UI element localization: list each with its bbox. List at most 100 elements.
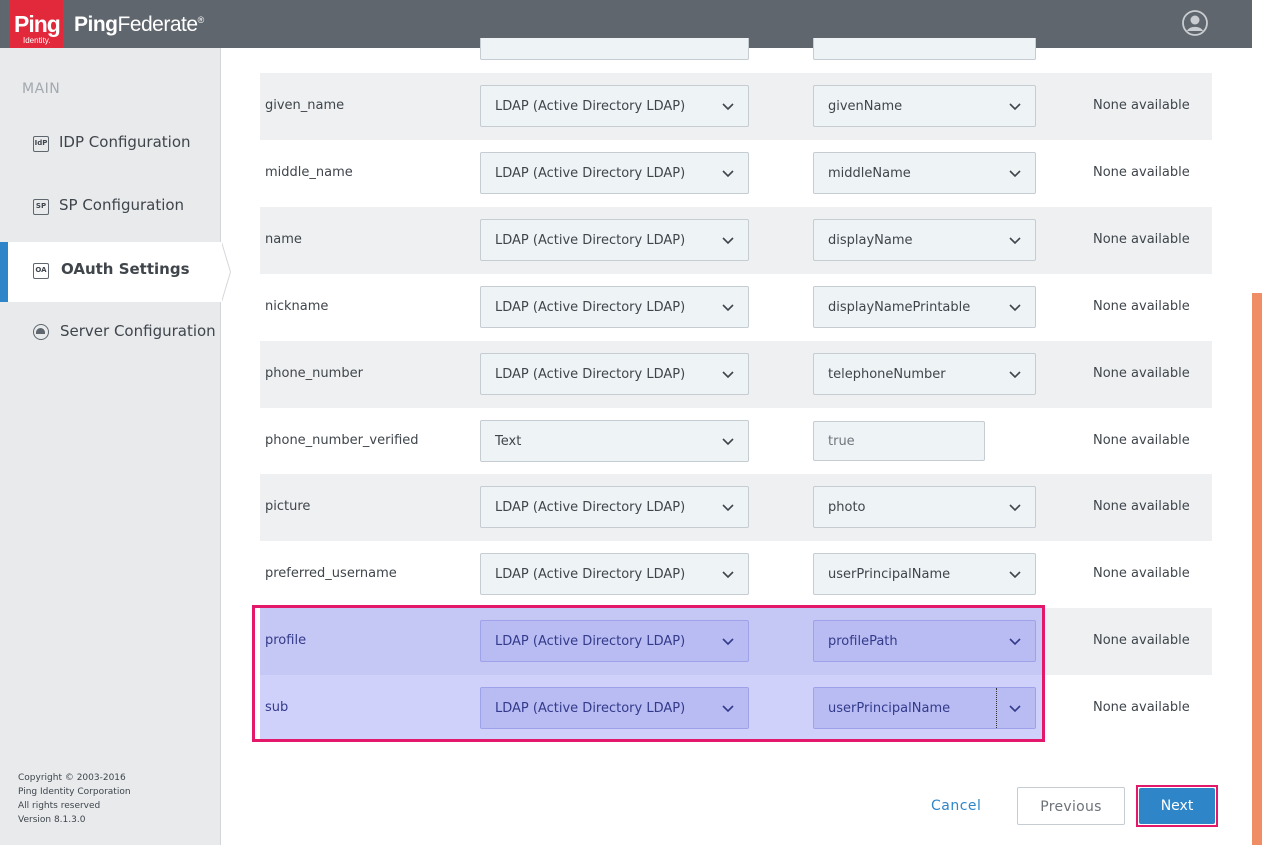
attribute-name: name: [265, 232, 302, 247]
source-select[interactable]: LDAP (Active Directory LDAP): [480, 486, 749, 528]
source-select-partial[interactable]: [480, 38, 749, 60]
source-select[interactable]: LDAP (Active Directory LDAP): [480, 553, 749, 595]
user-avatar-icon[interactable]: [1182, 10, 1208, 36]
brand-ping: Ping: [74, 13, 118, 36]
value-select[interactable]: photo: [813, 486, 1036, 528]
value-text: photo: [828, 500, 866, 515]
status-text: None available: [1093, 366, 1190, 381]
chevron-down-icon: [1009, 705, 1021, 713]
value-select[interactable]: profilePath: [813, 620, 1036, 662]
value-text-input[interactable]: true: [813, 421, 985, 461]
copyright-line: Ping Identity Corporation: [18, 787, 131, 797]
attribute-name: phone_number: [265, 366, 363, 381]
table-row: preferred_username LDAP (Active Director…: [260, 541, 1212, 608]
version-line: Version 8.1.3.0: [18, 815, 86, 825]
chevron-down-icon: [1009, 103, 1021, 111]
attribute-name: sub: [265, 700, 289, 715]
value-select-partial[interactable]: [813, 38, 1036, 60]
table-row: name LDAP (Active Directory LDAP) displa…: [260, 207, 1212, 274]
sidebar-item-label: Server Configuration: [60, 322, 216, 340]
source-select[interactable]: LDAP (Active Directory LDAP): [480, 353, 749, 395]
chevron-down-icon: [1009, 371, 1021, 379]
sidebar-item-label: SP Configuration: [59, 196, 185, 214]
source-value: LDAP (Active Directory LDAP): [495, 701, 686, 716]
source-value: LDAP (Active Directory LDAP): [495, 567, 686, 582]
value-select[interactable]: middleName: [813, 152, 1036, 194]
attribute-name: nickname: [265, 299, 329, 314]
copyright-info: Copyright © 2003-2016 Ping Identity Corp…: [18, 771, 131, 827]
source-select[interactable]: LDAP (Active Directory LDAP): [480, 687, 749, 729]
value-text: middleName: [828, 166, 911, 181]
source-value: LDAP (Active Directory LDAP): [495, 500, 686, 515]
idp-icon: IdP: [33, 136, 49, 152]
source-select[interactable]: LDAP (Active Directory LDAP): [480, 286, 749, 328]
value-select[interactable]: givenName: [813, 85, 1036, 127]
value-select[interactable]: userPrincipalName: [813, 553, 1036, 595]
ping-identity-logo: Ping Identity.: [10, 0, 63, 52]
chevron-down-icon: [1009, 170, 1021, 178]
chevron-down-icon: [722, 438, 734, 446]
value-text: displayNamePrintable: [828, 300, 971, 315]
value-select[interactable]: displayNamePrintable: [813, 286, 1036, 328]
previous-button[interactable]: Previous: [1017, 787, 1125, 825]
chevron-down-icon: [1009, 237, 1021, 245]
chevron-down-icon: [722, 504, 734, 512]
logo-subtext: Identity.: [23, 36, 51, 45]
product-name: PingFederate®: [74, 13, 204, 37]
active-arrow: [221, 242, 230, 302]
chevron-down-icon: [722, 304, 734, 312]
logo-text: Ping: [14, 11, 61, 37]
chevron-down-icon: [722, 571, 734, 579]
scrollbar-thumb[interactable]: [1252, 293, 1262, 845]
attribute-name: phone_number_verified: [265, 433, 419, 448]
chevron-down-icon: [722, 705, 734, 713]
chevron-down-icon: [1009, 571, 1021, 579]
source-value: LDAP (Active Directory LDAP): [495, 233, 686, 248]
sidebar-section-label: MAIN: [22, 81, 61, 97]
source-select[interactable]: LDAP (Active Directory LDAP): [480, 152, 749, 194]
chevron-down-icon: [722, 103, 734, 111]
table-row: nickname LDAP (Active Directory LDAP) di…: [260, 274, 1212, 341]
chevron-down-icon: [1009, 304, 1021, 312]
chevron-down-icon: [1009, 504, 1021, 512]
brand-federate: Federate: [117, 13, 199, 36]
value-text: profilePath: [828, 634, 898, 649]
source-select[interactable]: LDAP (Active Directory LDAP): [480, 85, 749, 127]
value-select[interactable]: telephoneNumber: [813, 353, 1036, 395]
value-text: displayName: [828, 233, 913, 248]
next-button[interactable]: Next: [1139, 788, 1215, 824]
value-select-focused[interactable]: userPrincipalName: [813, 687, 1036, 729]
sidebar: MAIN IdP IDP Configuration SP SP Configu…: [0, 48, 231, 845]
table-row: phone_number LDAP (Active Directory LDAP…: [260, 341, 1212, 408]
sidebar-item-sp-configuration[interactable]: SP SP Configuration: [0, 178, 221, 238]
brand-mark: ®: [197, 15, 205, 25]
status-text: None available: [1093, 433, 1190, 448]
sidebar-item-server-configuration[interactable]: Server Configuration: [0, 304, 221, 364]
cancel-button[interactable]: Cancel: [931, 798, 981, 814]
source-select[interactable]: LDAP (Active Directory LDAP): [480, 219, 749, 261]
chevron-down-icon: [722, 237, 734, 245]
sidebar-item-oauth-settings[interactable]: OA OAuth Settings: [0, 242, 231, 302]
value-text: givenName: [828, 99, 903, 114]
value-text: true: [828, 434, 855, 449]
table-row-partial: [260, 38, 1212, 73]
chevron-down-icon: [722, 638, 734, 646]
sidebar-item-label: IDP Configuration: [59, 133, 191, 151]
table-row-selected: sub LDAP (Active Directory LDAP) userPri…: [260, 675, 1212, 742]
source-value: LDAP (Active Directory LDAP): [495, 634, 686, 649]
table-row: picture LDAP (Active Directory LDAP) pho…: [260, 474, 1212, 541]
source-value: LDAP (Active Directory LDAP): [495, 300, 686, 315]
oauth-icon: OA: [33, 263, 49, 279]
table-row-selected: profile LDAP (Active Directory LDAP) pro…: [260, 608, 1212, 675]
chevron-down-icon: [722, 371, 734, 379]
source-value: Text: [495, 434, 522, 449]
sidebar-item-idp-configuration[interactable]: IdP IDP Configuration: [0, 115, 221, 175]
copyright-line: Copyright © 2003-2016: [18, 773, 126, 783]
sidebar-item-label: OAuth Settings: [61, 260, 190, 278]
value-select[interactable]: displayName: [813, 219, 1036, 261]
source-select[interactable]: Text: [480, 420, 749, 462]
source-value: LDAP (Active Directory LDAP): [495, 367, 686, 382]
source-select[interactable]: LDAP (Active Directory LDAP): [480, 620, 749, 662]
status-text: None available: [1093, 633, 1190, 648]
chevron-down-icon: [722, 170, 734, 178]
